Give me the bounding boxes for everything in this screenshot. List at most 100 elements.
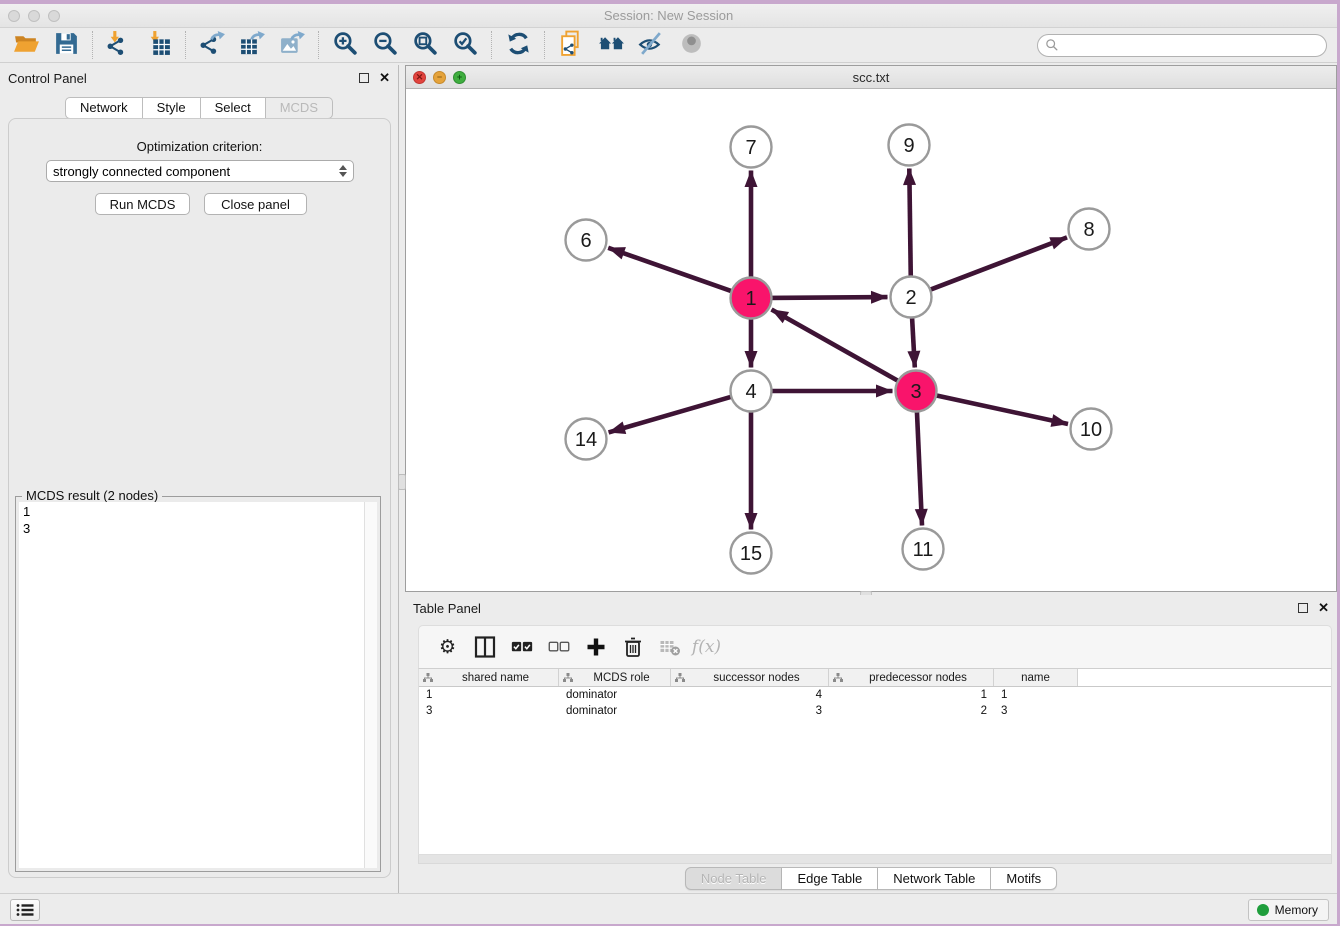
cell-name[interactable]: 3 [994,705,1078,717]
tab-mcds[interactable]: MCDS [266,97,333,119]
cell-name[interactable]: 1 [994,689,1078,701]
table-row[interactable]: 1dominator411 [419,687,1331,703]
graph-edge-1-6[interactable] [608,248,734,292]
export-network-button[interactable] [192,30,232,60]
graph-node-2[interactable]: 2 [891,277,932,318]
search-input[interactable] [1059,36,1326,55]
deselect-all-checkboxes-icon [548,636,570,658]
import-table-button[interactable] [139,30,179,60]
graph-node-14[interactable]: 14 [566,419,607,460]
optimization-criterion-label: Optimization criterion: [9,139,390,154]
zoom-selected-icon [452,30,479,60]
status-bar: Memory [0,893,1337,924]
zoom-fit-button[interactable] [405,30,445,60]
tab-node-table[interactable]: Node Table [685,867,783,890]
refresh-button[interactable] [498,30,538,60]
graph-node-15[interactable]: 15 [731,533,772,574]
graph-edge-1-2[interactable] [769,297,888,298]
column-header-MCDS-role[interactable]: MCDS role [559,669,671,686]
cell-predecessor-nodes[interactable]: 1 [829,689,994,701]
deselect-all-checkboxes-button[interactable] [540,630,577,664]
search-field[interactable] [1037,34,1327,57]
eye-disabled-button[interactable] [671,30,711,60]
network-document-button[interactable] [551,30,591,60]
settings-button[interactable]: ⚙ [429,630,466,664]
tab-edge-table[interactable]: Edge Table [782,867,878,890]
select-all-checkboxes-button[interactable] [503,630,540,664]
graph-node-10[interactable]: 10 [1071,409,1112,450]
close-panel-button[interactable]: Close panel [204,193,307,215]
export-image-button[interactable] [272,30,312,60]
zoom-fit-icon [412,30,439,60]
zoom-out-button[interactable] [365,30,405,60]
cell-shared-name[interactable]: 3 [419,705,559,717]
graph-node-11[interactable]: 11 [903,529,944,570]
home-button[interactable] [591,30,631,60]
import-network-button[interactable] [99,30,139,60]
column-header-predecessor-nodes[interactable]: predecessor nodes [829,669,994,686]
memory-button[interactable]: Memory [1248,899,1329,921]
columns-button[interactable] [466,630,503,664]
add-row-button[interactable] [577,630,614,664]
table-row[interactable]: 3dominator323 [419,703,1331,719]
cell-MCDS-role[interactable]: dominator [559,705,671,717]
table-tabs: Node TableEdge TableNetwork TableMotifs [405,867,1337,890]
column-type-icon [833,673,843,682]
column-header-name[interactable]: name [994,669,1078,686]
result-scrollbar[interactable] [364,502,377,868]
tab-network[interactable]: Network [65,97,143,119]
graph-node-1[interactable]: 1 [731,278,772,319]
column-type-icon [423,673,433,682]
tab-style[interactable]: Style [143,97,201,119]
float-panel-icon[interactable] [359,73,369,83]
eye-disabled-icon [678,30,705,60]
cell-shared-name[interactable]: 1 [419,689,559,701]
graph-node-3[interactable]: 3 [896,371,937,412]
column-header-successor-nodes[interactable]: successor nodes [671,669,829,686]
save-session-button[interactable] [46,30,86,60]
cell-predecessor-nodes[interactable]: 2 [829,705,994,717]
tab-motifs[interactable]: Motifs [991,867,1057,890]
column-header-shared-name[interactable]: shared name [419,669,559,686]
cell-MCDS-role[interactable]: dominator [559,689,671,701]
svg-text:8: 8 [1083,219,1094,241]
tab-select[interactable]: Select [201,97,266,119]
mcds-result-text[interactable]: 13 [19,502,364,868]
delete-row-icon [622,636,644,658]
graph-edge-2-9[interactable] [909,169,911,280]
criterion-dropdown[interactable]: strongly connected component [46,160,354,182]
graph-node-8[interactable]: 8 [1069,209,1110,250]
function-builder-button[interactable]: f(x) [688,630,725,664]
graph-node-4[interactable]: 4 [731,371,772,412]
close-table-panel-icon[interactable]: ✕ [1318,600,1329,616]
network-graph-canvas[interactable]: 7 9 6 8 1 2 4 3 14 10 15 11 [406,89,1336,591]
graph-edge-3-1[interactable] [772,310,901,383]
delete-row-button[interactable] [614,630,651,664]
graph-node-9[interactable]: 9 [889,125,930,166]
float-table-panel-icon[interactable] [1298,603,1308,613]
tab-network-table[interactable]: Network Table [878,867,991,890]
run-mcds-button[interactable]: Run MCDS [95,193,190,215]
column-type-icon [675,673,685,682]
delete-table-button[interactable] [651,630,688,664]
open-session-icon [13,30,40,60]
close-panel-icon[interactable]: ✕ [379,70,390,86]
graph-edge-3-11[interactable] [917,409,922,526]
graph-node-7[interactable]: 7 [731,127,772,168]
vertical-splitter-grip[interactable] [398,474,406,490]
graph-edge-2-3[interactable] [912,315,915,368]
home-icon [598,30,625,60]
open-session-button[interactable] [6,30,46,60]
table-toolbar: ⚙ f(x) [418,625,1332,668]
graph-node-6[interactable]: 6 [566,220,607,261]
zoom-selected-button[interactable] [445,30,485,60]
graph-edge-2-8[interactable] [927,237,1067,290]
zoom-in-button[interactable] [325,30,365,60]
graph-edge-3-10[interactable] [933,395,1068,424]
toggle-panel-visibility-button[interactable] [631,30,671,60]
cell-successor-nodes[interactable]: 3 [671,705,829,717]
cell-successor-nodes[interactable]: 4 [671,689,829,701]
task-history-button[interactable] [10,899,40,921]
export-table-button[interactable] [232,30,272,60]
graph-edge-4-14[interactable] [609,396,735,433]
